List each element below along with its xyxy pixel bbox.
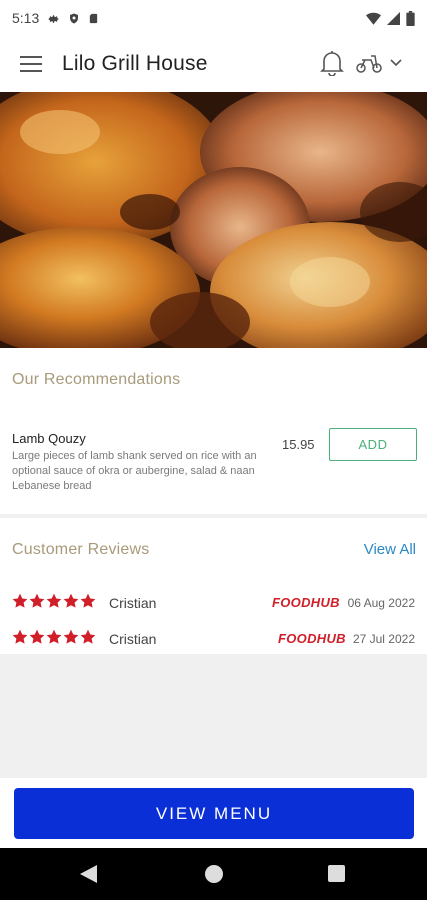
reviews-title: Customer Reviews	[12, 541, 150, 558]
hamburger-menu-button[interactable]	[0, 36, 62, 92]
review-source-logo: FOODHUB	[278, 631, 346, 646]
star-icon	[46, 593, 62, 608]
review-row: Cristian FOODHUB 06 Aug 2022	[0, 591, 427, 615]
view-menu-button[interactable]: VIEW MENU	[14, 788, 414, 839]
sd-card-icon	[88, 12, 99, 25]
add-to-cart-button[interactable]: ADD	[329, 428, 417, 461]
status-time: 5:13	[12, 10, 40, 26]
star-rating	[12, 593, 96, 609]
wifi-icon	[366, 12, 381, 25]
hero-food-image	[0, 92, 427, 348]
star-rating	[12, 629, 96, 645]
view-all-reviews-link[interactable]: View All	[364, 541, 416, 558]
star-icon	[63, 593, 79, 608]
reviewer-name: Cristian	[109, 595, 157, 611]
reviewer-name: Cristian	[109, 631, 157, 647]
status-bar: 5:13	[0, 0, 427, 36]
settings-gear-icon	[47, 12, 60, 25]
star-icon	[63, 629, 79, 644]
star-icon	[80, 629, 96, 644]
battery-icon	[406, 10, 415, 26]
recommendations-section: Our Recommendations Lamb Qouzy Large pie…	[0, 348, 427, 514]
scooter-icon	[356, 55, 382, 73]
system-navigation-bar	[0, 848, 427, 900]
back-icon[interactable]	[80, 865, 97, 883]
shield-icon	[68, 12, 80, 25]
hamburger-menu-icon	[20, 56, 42, 72]
review-source-logo: FOODHUB	[272, 595, 340, 610]
star-icon	[12, 629, 28, 644]
app-screen: 5:13 Lilo Grill House Our Recommendation…	[0, 0, 427, 900]
recent-apps-icon[interactable]	[328, 865, 345, 882]
item-description: Large pieces of lamb shank served on ric…	[12, 450, 257, 492]
review-row: Cristian FOODHUB 27 Jul 2022	[0, 627, 427, 651]
star-icon	[46, 629, 62, 644]
star-icon	[12, 593, 28, 608]
app-bar: Lilo Grill House	[0, 36, 427, 92]
recommendations-title: Our Recommendations	[12, 371, 181, 388]
chevron-down-icon	[390, 59, 402, 67]
review-date: 27 Jul 2022	[352, 632, 415, 646]
star-icon	[29, 629, 45, 644]
bottom-action-panel: VIEW MENU	[0, 778, 427, 848]
notifications-button[interactable]	[316, 44, 348, 80]
review-date: 06 Aug 2022	[347, 596, 415, 610]
order-type-selector[interactable]	[356, 44, 416, 82]
item-price: 15.95	[282, 437, 315, 452]
bell-icon	[320, 50, 344, 76]
customer-reviews-section: Customer Reviews View All Cristian FOODH…	[0, 518, 427, 654]
item-name: Lamb Qouzy	[12, 431, 86, 446]
home-icon[interactable]	[205, 865, 223, 883]
signal-icon	[387, 11, 400, 25]
star-icon	[29, 593, 45, 608]
star-icon	[80, 593, 96, 608]
restaurant-title: Lilo Grill House	[62, 52, 208, 75]
